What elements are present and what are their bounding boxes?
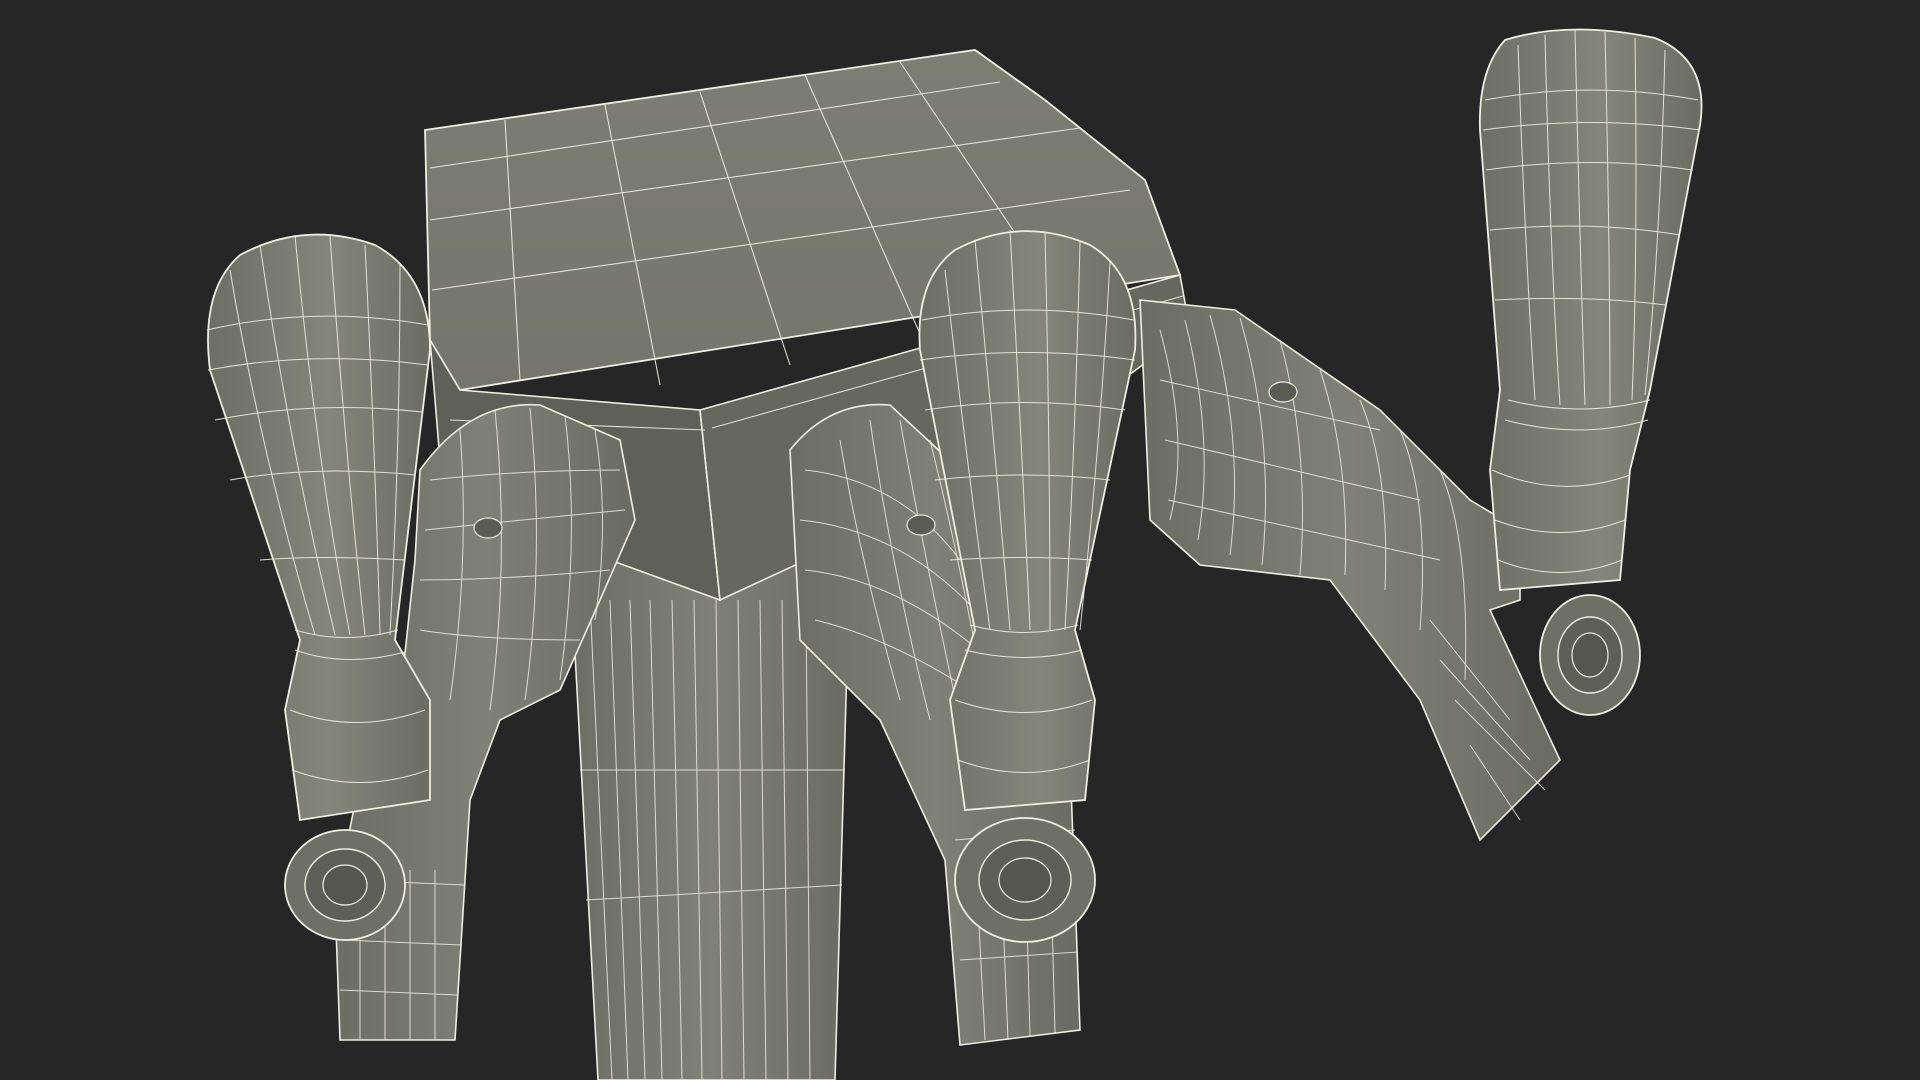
render-viewport[interactable]: [0, 0, 1920, 1080]
wireframe-render: [206, 28, 1703, 1080]
tap-right: [1139, 28, 1703, 842]
tap-center: [789, 229, 1137, 1046]
